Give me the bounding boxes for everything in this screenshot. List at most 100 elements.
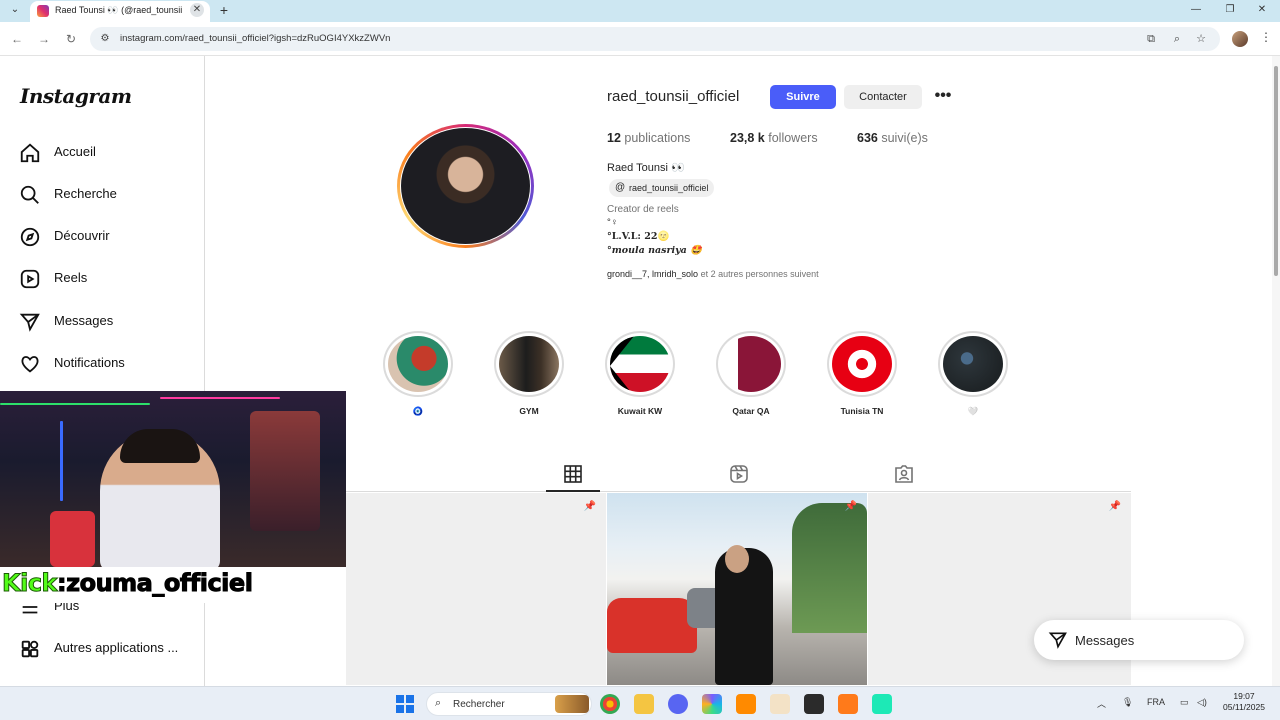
sidebar-item-label: Reels: [54, 270, 88, 285]
tunisia-flag: [832, 336, 892, 392]
highlight-cover: [716, 331, 786, 397]
kick-handle-text: Kick:zouma_officiel: [1, 569, 254, 598]
threads-icon: @: [615, 182, 626, 193]
tabs-divider: [346, 491, 1131, 492]
forward-icon[interactable]: →: [35, 30, 53, 48]
tray-overflow-icon[interactable]: ︿: [1097, 697, 1106, 710]
post-thumbnail[interactable]: 📌: [346, 493, 606, 685]
sidebar-item-accueil[interactable]: Accueil: [18, 136, 198, 170]
tab-search-chevron-icon[interactable]: ⌄: [8, 3, 22, 17]
zoom-icon[interactable]: ⌕: [1170, 32, 1184, 46]
profile-category: Creator de reels: [607, 204, 679, 215]
bookmark-star-icon[interactable]: ☆: [1194, 32, 1208, 46]
new-tab-icon[interactable]: +: [216, 2, 232, 18]
app-icon[interactable]: [872, 694, 892, 714]
highlight-item[interactable]: GYM: [491, 331, 567, 421]
post-trees: [792, 503, 867, 633]
tagged-tab-icon[interactable]: [894, 465, 914, 483]
browser-menu-icon[interactable]: ⋮: [1260, 30, 1272, 44]
sidebar-item-recherche[interactable]: Recherche: [18, 178, 198, 212]
active-tab-indicator: [546, 490, 600, 492]
sidebar-item-label: Accueil: [54, 144, 96, 159]
following-label: suivi(e)s: [881, 131, 928, 145]
sidebar-item-other-apps[interactable]: Autres applications ...: [18, 632, 198, 666]
windows-start-icon[interactable]: [396, 695, 414, 713]
reload-icon[interactable]: ↻: [62, 30, 80, 48]
sidebar-item-label: Notifications: [54, 355, 125, 370]
threads-link[interactable]: @ raed_tounsii_officiel: [609, 179, 715, 197]
sidebar-item-label: Autres applications ...: [54, 640, 179, 655]
profile-username: raed_tounsii_officiel: [607, 88, 740, 105]
contact-button[interactable]: Contacter: [844, 85, 922, 109]
browser-profile-avatar[interactable]: [1232, 31, 1248, 47]
restore-icon[interactable]: ❐: [1220, 2, 1240, 18]
file-explorer-icon[interactable]: [634, 694, 654, 714]
highlight-item[interactable]: 🤍: [935, 331, 1011, 421]
search-highlight-image: [555, 695, 589, 713]
tab-title: Raed Tounsi 👀 (@raed_tounsii: [55, 5, 183, 15]
avatar-photo: [401, 128, 530, 244]
highlight-cover: [605, 331, 675, 397]
highlight-item[interactable]: Kuwait KW: [602, 331, 678, 421]
instagram-logo[interactable]: Instagram: [20, 84, 132, 108]
url-text[interactable]: instagram.com/raed_tounsii_officiel?igsh…: [120, 33, 390, 44]
highlight-item[interactable]: Tunisia TN: [824, 331, 900, 421]
taskbar-search-placeholder: Rechercher: [453, 699, 505, 710]
stat-followers[interactable]: 23,8 k followers: [730, 131, 818, 145]
minimize-icon[interactable]: —: [1186, 2, 1206, 18]
instagram-favicon-icon: [37, 5, 49, 17]
microphone-icon[interactable]: 🎙: [1122, 697, 1133, 708]
highlight-item[interactable]: Qatar QA: [713, 331, 789, 421]
highlight-label: 🧿: [412, 406, 424, 416]
taskbar-clock[interactable]: 19:07 05/11/2025: [1218, 691, 1270, 713]
posts-count: 12: [607, 131, 621, 145]
stat-posts: 12 publications: [607, 131, 690, 145]
post-thumbnail[interactable]: 📌: [607, 493, 867, 685]
browser-toolbar: ← → ↻ ⚙ instagram.com/raed_tounsii_offic…: [0, 22, 1280, 56]
app-icon[interactable]: [770, 694, 790, 714]
sidebar-item-reels[interactable]: Reels: [18, 262, 198, 296]
vlc-app-icon[interactable]: [736, 694, 756, 714]
posts-grid-tab-icon[interactable]: [563, 465, 583, 483]
sidebar-item-label: Recherche: [54, 186, 117, 201]
scrollbar-thumb[interactable]: [1274, 66, 1278, 276]
app-icon[interactable]: [838, 694, 858, 714]
sidebar-item-notifications[interactable]: Notifications: [18, 347, 198, 381]
sidebar-item-messages[interactable]: Messages: [18, 305, 198, 339]
reels-tab-icon[interactable]: [729, 465, 749, 483]
terminal-app-icon[interactable]: [804, 694, 824, 714]
taskbar-search[interactable]: ⌕ Rechercher: [426, 692, 592, 716]
copilot-app-icon[interactable]: [702, 694, 722, 714]
highlight-item[interactable]: 🧿: [380, 331, 456, 421]
address-bar[interactable]: ⚙ instagram.com/raed_tounsii_officiel?ig…: [90, 27, 1220, 51]
stat-following[interactable]: 636 suivi(e)s: [857, 131, 928, 145]
follow-button[interactable]: Suivre: [770, 85, 836, 109]
close-tab-icon[interactable]: ✕: [190, 3, 204, 17]
back-icon[interactable]: ←: [8, 30, 26, 48]
bio-line: °moula nasriya 🤩: [607, 245, 702, 256]
search-icon: [20, 185, 39, 204]
install-app-icon[interactable]: ⧉: [1144, 32, 1158, 46]
window-close-icon[interactable]: ✕: [1252, 2, 1272, 18]
highlight-cover: [494, 331, 564, 397]
sidebar-item-decouvrir[interactable]: Découvrir: [18, 220, 198, 254]
kick-username: :zouma_officiel: [57, 569, 254, 598]
discord-app-icon[interactable]: [668, 694, 688, 714]
messages-icon: [19, 313, 40, 332]
site-info-icon[interactable]: ⚙: [98, 32, 112, 46]
messages-floating-button[interactable]: Messages: [1034, 620, 1244, 660]
highlight-label: Tunisia TN: [840, 406, 884, 416]
windows-taskbar: ⌕ Rechercher ︿ 🎙 FRA ▭ ◁) 19:07 05/11/20…: [0, 686, 1280, 720]
page-scrollbar[interactable]: [1272, 56, 1280, 686]
more-options-icon[interactable]: •••: [932, 88, 954, 104]
volume-icon[interactable]: ◁): [1197, 697, 1207, 708]
background-poster: [250, 411, 320, 531]
followed-by[interactable]: grondi__7, lmridh_solo et 2 autres perso…: [607, 269, 819, 279]
highlight-label: Qatar QA: [732, 406, 770, 416]
input-language[interactable]: FRA: [1147, 697, 1165, 707]
chrome-app-icon[interactable]: [600, 694, 620, 714]
browser-tab-active[interactable]: Raed Tounsi 👀 (@raed_tounsii ✕: [30, 1, 210, 22]
network-icon[interactable]: ▭: [1180, 697, 1189, 708]
kick-banner: Kick:zouma_officiel: [0, 567, 346, 603]
profile-avatar[interactable]: [397, 124, 534, 248]
